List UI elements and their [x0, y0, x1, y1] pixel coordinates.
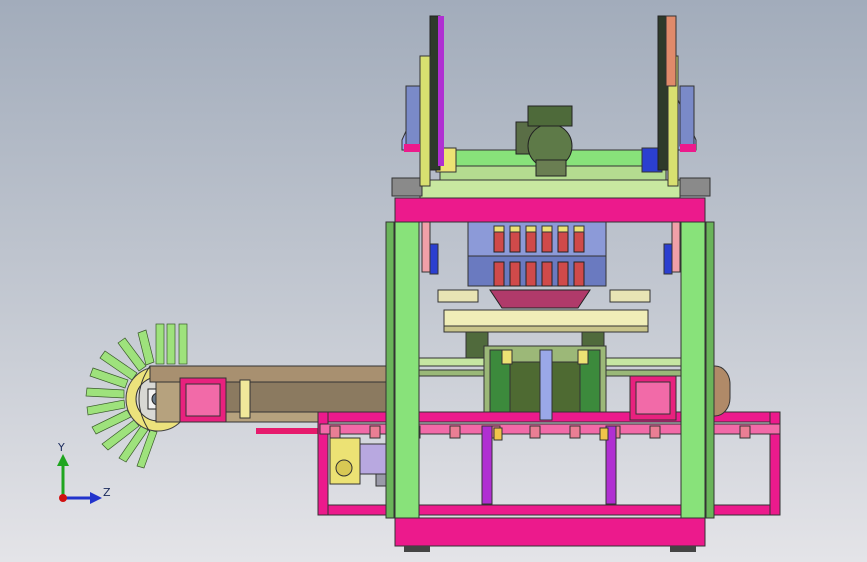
axis-triad — [57, 454, 102, 504]
y-axis-label: Y — [58, 441, 65, 454]
central-press — [437, 221, 651, 421]
assembly-model[interactable] — [0, 0, 867, 562]
z-axis-label: Z — [103, 486, 111, 499]
cad-viewport[interactable]: Y Z — [0, 0, 867, 562]
x-axis-dot — [59, 494, 67, 502]
